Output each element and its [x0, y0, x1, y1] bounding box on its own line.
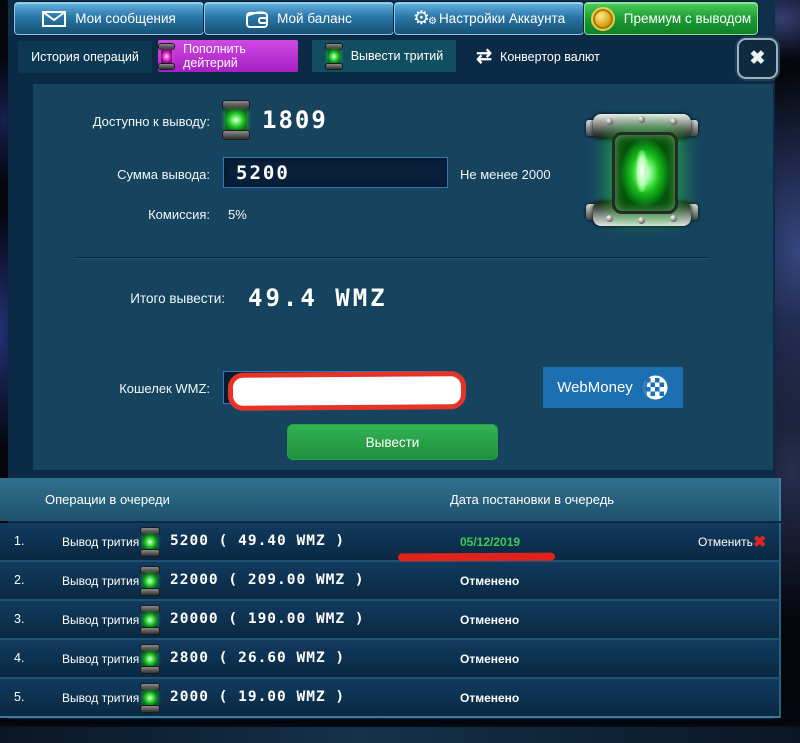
cancel-x-icon[interactable]: ✖: [753, 532, 766, 552]
webmoney-button[interactable]: WebMoney: [543, 367, 683, 408]
tab-messages[interactable]: Мои сообщения: [14, 2, 204, 35]
column-date: Дата постановки в очередь: [450, 492, 614, 507]
tritium-canister-icon: [222, 101, 250, 139]
queue-row: 4. Вывод трития 2800 ( 26.60 WMZ ) Отмен…: [0, 640, 781, 679]
wallet-label: Кошелек WMZ:: [40, 381, 210, 396]
queue-row: 3. Вывод трития 20000 ( 190.00 WMZ ) Отм…: [0, 601, 781, 640]
queue-header: Операции в очереди Дата постановки в оче…: [0, 478, 781, 521]
amount-field: [223, 157, 448, 188]
amount-label: Сумма вывода:: [40, 167, 210, 182]
wallet-icon: [246, 10, 268, 28]
cancel-link[interactable]: Отменить: [698, 535, 753, 549]
row-amount: 5200 ( 49.40 WMZ ): [170, 533, 345, 549]
row-number: 4.: [14, 651, 24, 665]
subtab-label: Конвертор валют: [500, 50, 600, 64]
row-date: 05/12/2019: [460, 535, 520, 549]
footer-strip: [0, 725, 800, 743]
row-type: Вывод трития: [62, 613, 139, 627]
row-status: Отменено: [460, 691, 519, 705]
webmoney-logo-icon: [642, 374, 669, 401]
commission-label: Комиссия:: [40, 207, 210, 222]
tab-label: Настройки Аккаунта: [439, 11, 565, 26]
close-button[interactable]: ✖: [737, 38, 778, 79]
swap-arrows-icon: ⇄: [476, 48, 492, 66]
amount-hint: Не менее 2000: [460, 167, 551, 182]
subtab-label: Пополнить дейтерий: [183, 42, 298, 70]
subtab-currency-converter[interactable]: ⇄ Конвертор валют: [468, 41, 608, 73]
gear-icon: ⚙⚙: [413, 9, 430, 28]
commission-value: 5%: [228, 207, 247, 222]
subtab-label: Вывести тритий: [351, 49, 444, 63]
medal-icon: [591, 7, 615, 31]
row-type: Вывод трития: [62, 574, 139, 588]
row-type: Вывод трития: [62, 652, 139, 666]
tritium-canister-icon: [140, 528, 160, 555]
tab-label: Премиум с выводом: [624, 11, 751, 26]
webmoney-label: WebMoney: [557, 379, 633, 396]
deuterium-canister-icon: [158, 44, 175, 68]
annotation-underline: [398, 553, 555, 562]
tab-label: Мой баланс: [277, 11, 352, 26]
withdraw-button[interactable]: Вывести: [287, 424, 498, 460]
tab-premium[interactable]: Премиум с выводом: [584, 2, 758, 35]
envelope-icon: [42, 11, 66, 27]
queue-row: 1. Вывод трития 5200 ( 49.40 WMZ ) 05/12…: [0, 523, 781, 562]
subtab-withdraw-tritium[interactable]: Вывести тритий: [312, 40, 456, 72]
total-value: 49.4 WMZ: [248, 284, 388, 312]
row-amount: 22000 ( 209.00 WMZ ): [170, 572, 365, 588]
subtab-top-up-deuterium[interactable]: Пополнить дейтерий: [158, 40, 298, 72]
total-label: Итого вывести:: [40, 291, 225, 306]
queue-row: 2. Вывод трития 22000 ( 209.00 WMZ ) Отм…: [0, 562, 781, 601]
divider: [75, 257, 710, 259]
row-type: Вывод трития: [62, 691, 139, 705]
row-status: Отменено: [460, 574, 519, 588]
tritium-canister-icon: [140, 645, 160, 672]
tab-label: Мои сообщения: [75, 11, 176, 26]
redaction-annotation: [228, 371, 466, 411]
row-number: 5.: [14, 690, 24, 704]
available-label: Доступно к выводу:: [40, 114, 210, 129]
tritium-canister-icon: [140, 684, 160, 711]
row-number: 1.: [14, 534, 24, 548]
tritium-canister-icon: [140, 606, 160, 633]
row-number: 2.: [14, 573, 24, 587]
queue-row: 5. Вывод трития 2000 ( 19.00 WMZ ) Отмен…: [0, 679, 781, 718]
close-icon: ✖: [750, 47, 766, 70]
amount-input[interactable]: [224, 162, 447, 184]
tritium-canister-icon: [325, 44, 343, 68]
subtab-label: История операций: [31, 50, 139, 64]
tab-balance[interactable]: Мой баланс: [204, 2, 394, 35]
available-value: 1809: [262, 106, 328, 134]
row-amount: 20000 ( 190.00 WMZ ): [170, 611, 365, 627]
row-amount: 2800 ( 26.60 WMZ ): [170, 650, 345, 666]
row-status: Отменено: [460, 652, 519, 666]
row-status: Отменено: [460, 613, 519, 627]
column-operations: Операции в очереди: [45, 492, 170, 507]
row-type: Вывод трития: [62, 535, 139, 549]
withdraw-button-label: Вывести: [366, 435, 420, 450]
row-number: 3.: [14, 612, 24, 626]
top-tab-bar: Мои сообщения Мой баланс ⚙⚙ Настройки Ак…: [8, 0, 775, 37]
tritium-canister-icon: [140, 567, 160, 594]
row-amount: 2000 ( 19.00 WMZ ): [170, 689, 345, 705]
subtab-history[interactable]: История операций: [18, 41, 152, 73]
tab-settings[interactable]: ⚙⚙ Настройки Аккаунта: [394, 2, 584, 35]
tritium-canister-image: [588, 112, 696, 228]
